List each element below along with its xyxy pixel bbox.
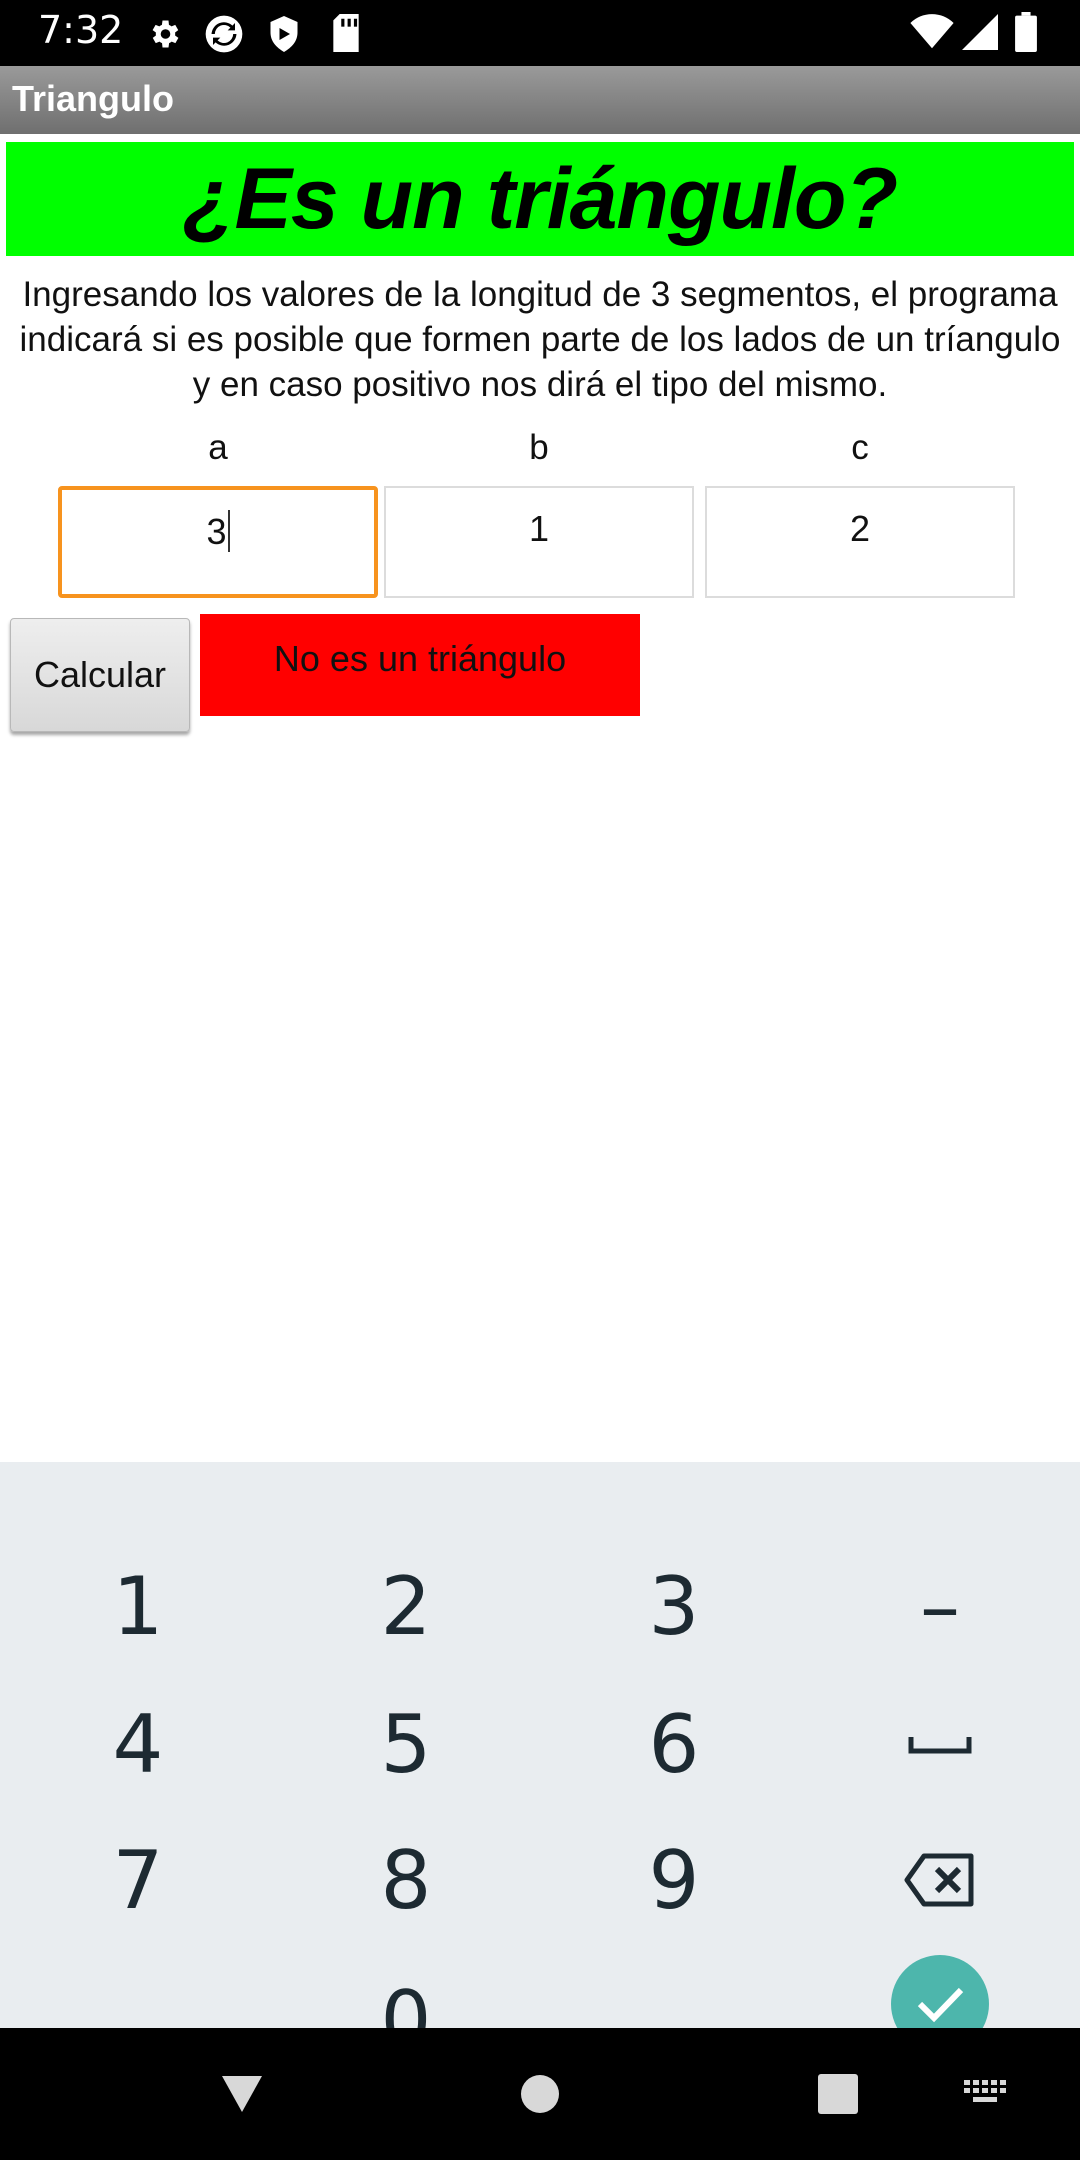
battery-icon <box>1015 12 1037 52</box>
label-c: c <box>851 428 869 467</box>
result-box: No es un triángulo <box>200 614 640 716</box>
navigation-bar <box>0 2028 1080 2160</box>
key-9[interactable]: 9 <box>540 1812 808 1948</box>
space-icon <box>908 1737 972 1754</box>
side-c-input[interactable]: 2 <box>705 486 1015 598</box>
wifi-icon <box>910 14 954 49</box>
numeric-keyboard: 1 2 3 – 4 5 6 7 8 9 , 0 . <box>0 1462 1080 2067</box>
key-2[interactable]: 2 <box>272 1538 540 1674</box>
key-3[interactable]: 3 <box>540 1538 808 1674</box>
key-minus[interactable]: – <box>806 1538 1074 1674</box>
label-a: a <box>208 428 228 467</box>
key-6[interactable]: 6 <box>540 1676 808 1812</box>
label-b: b <box>529 428 549 467</box>
app-title: Triangulo <box>12 78 174 119</box>
signal-icon <box>962 14 998 50</box>
status-time: 7:32 <box>38 8 124 52</box>
check-icon <box>917 1987 964 2023</box>
key-8[interactable]: 8 <box>272 1812 540 1948</box>
key-5[interactable]: 5 <box>272 1676 540 1812</box>
side-b-input[interactable]: 1 <box>384 486 694 598</box>
sync-icon <box>205 15 243 53</box>
back-icon[interactable] <box>220 2074 264 2114</box>
key-4[interactable]: 4 <box>4 1676 272 1812</box>
side-b-value: 1 <box>528 508 550 549</box>
backspace-icon <box>904 1853 974 1907</box>
home-icon[interactable] <box>520 2074 560 2114</box>
gear-icon <box>152 20 179 48</box>
status-bar: 7:32 <box>0 0 1080 66</box>
calculate-button[interactable]: Calcular <box>10 618 190 732</box>
side-a-input[interactable]: 3 <box>58 486 378 598</box>
keyboard-switch-icon[interactable] <box>964 2080 1008 2106</box>
description-text: Ingresando los valores de la longitud de… <box>19 275 1061 404</box>
heading-banner: ¿Es un triángulo? <box>6 142 1074 256</box>
side-c-value: 2 <box>849 508 871 549</box>
side-a-value: 3 <box>206 511 227 552</box>
key-space[interactable] <box>806 1676 1074 1812</box>
shield-icon <box>270 16 298 52</box>
result-text: No es un triángulo <box>273 638 567 679</box>
key-7[interactable]: 7 <box>4 1812 272 1948</box>
text-caret <box>227 510 230 552</box>
key-1[interactable]: 1 <box>4 1538 272 1674</box>
page-title: ¿Es un triángulo? <box>183 150 898 247</box>
recents-icon[interactable] <box>818 2074 858 2114</box>
app-title-bar: Triangulo <box>0 66 1080 134</box>
key-backspace[interactable] <box>806 1812 1074 1948</box>
sd-card-icon <box>333 14 359 52</box>
